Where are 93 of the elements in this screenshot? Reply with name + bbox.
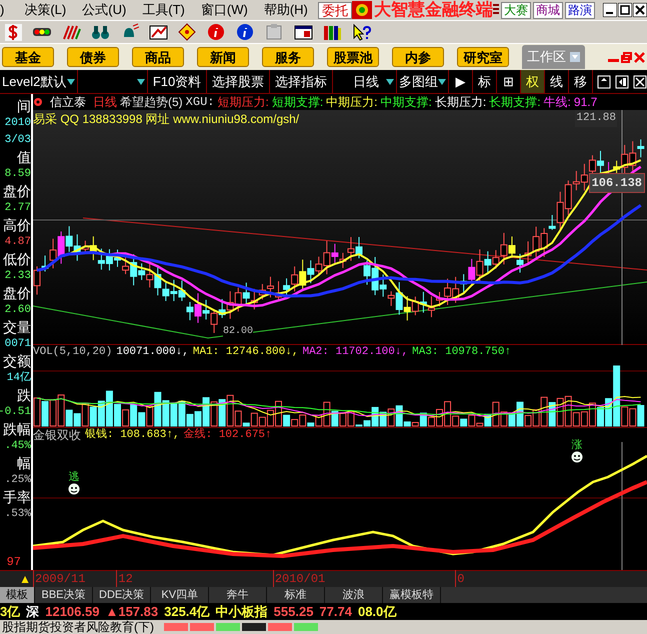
price-label: 106.138	[588, 173, 645, 193]
legend-label: 长期压力:	[434, 94, 486, 110]
indicator-value: 银钱: 108.683↑,	[85, 427, 180, 443]
field-value: 4.87	[4, 235, 31, 250]
axis-label: 97	[6, 556, 22, 568]
legend-label: 91.7	[574, 94, 598, 110]
app-title: 大智慧金融终端	[374, 0, 493, 22]
period-label: 日线	[93, 94, 117, 110]
toolbar-button[interactable]: 选择指标	[270, 70, 334, 93]
menu-item[interactable]: 帮助(H)	[256, 0, 316, 20]
legend-label: 短期压力:	[217, 94, 269, 110]
price-label: 82.00	[223, 326, 254, 337]
dropdown[interactable]: Level2默认	[0, 70, 78, 93]
toolbar-button[interactable]: F10资料	[148, 70, 208, 93]
field-value: .53%	[4, 507, 31, 522]
indicator-title: 金银双收	[33, 427, 81, 444]
field-label: 跌	[17, 387, 31, 404]
quick-button[interactable]: 内参	[392, 47, 444, 67]
field-value: 2.77	[4, 201, 31, 216]
date-marker: ▲	[18, 571, 32, 588]
dropdown[interactable]: 多图组	[397, 70, 450, 93]
menu-item[interactable]: 工具(T)	[134, 0, 193, 20]
ticker-value: 325.4亿	[164, 603, 210, 620]
field-label: 盘价	[3, 183, 31, 200]
signal-label: 涨	[572, 440, 582, 451]
menu-link-button[interactable]: 大赛	[500, 2, 531, 18]
dropdown[interactable]: 日线	[333, 70, 398, 93]
indicator-title: VOL(5,10,20)	[33, 345, 112, 359]
field-label: 低价	[3, 251, 31, 268]
quick-button[interactable]: 研究室	[457, 47, 509, 67]
toolbar-toggle[interactable]: ▶	[449, 70, 474, 93]
field-value: -0.51	[0, 405, 31, 420]
ticker-value: 深	[26, 603, 40, 620]
menu-item[interactable]: 公式(U)	[74, 0, 134, 20]
field-label: 交量	[3, 319, 31, 336]
field-label: 盘价	[3, 285, 31, 302]
field-value: 2010	[4, 116, 31, 131]
menu-item[interactable]: )	[0, 0, 16, 20]
quick-button[interactable]: 服务	[262, 47, 314, 67]
quick-button[interactable]: 基金	[2, 47, 54, 67]
field-label: 间	[17, 98, 31, 115]
legend-label: 中期压力:	[326, 94, 378, 110]
toolbar-toggle[interactable]: 标	[473, 70, 498, 93]
field-label: 交额	[3, 353, 31, 370]
toolbar-toggle[interactable]: 线	[545, 70, 570, 93]
ticker-value: 555.25	[274, 603, 314, 620]
indicator-value: MA2: 11702.100↓,	[302, 345, 408, 359]
indicator-value: 金线: 102.675↑	[184, 427, 272, 443]
field-value: .25%	[4, 473, 31, 488]
field-value: 14亿	[6, 370, 31, 386]
entrust-button[interactable]: 委托	[318, 2, 352, 18]
toolbar-toggle[interactable]: 权	[521, 70, 546, 93]
field-label: 幅	[17, 455, 31, 472]
indicator-value: MA3: 10978.750↑	[412, 345, 512, 359]
field-value: 0071	[4, 337, 31, 352]
field-value: 2.60	[4, 303, 31, 318]
menu-link-button[interactable]: 路演	[564, 2, 595, 18]
indicator-value: MA1: 12746.800↓,	[192, 345, 298, 359]
menu-item[interactable]: 决策(L)	[16, 0, 74, 20]
legend-label: 牛线:	[544, 94, 571, 110]
menu-link-button[interactable]: 商城	[532, 2, 563, 18]
quick-button[interactable]: 新闻	[197, 47, 249, 67]
quick-button[interactable]: 债券	[67, 47, 119, 67]
field-label: 值	[17, 149, 31, 166]
ticker-value: ▲157.83	[105, 603, 158, 620]
legend-label: 中期支撑:	[380, 94, 432, 110]
quick-button[interactable]: 股票池	[327, 47, 379, 67]
indicator-name: 希望趋势(5)	[120, 94, 183, 110]
field-value: 2.33	[4, 269, 31, 284]
ticker-value: 08.0亿	[358, 603, 396, 620]
ticker-value: 中小板指	[216, 603, 268, 620]
menu-item[interactable]: 窗口(W)	[192, 0, 256, 20]
legend-label: 短期支撑:	[272, 94, 324, 110]
price-label: 121.88	[575, 110, 617, 126]
field-value: 8.59	[4, 167, 31, 182]
field-value: .45%	[4, 439, 31, 454]
toolbar-button[interactable]: 选择股票	[207, 70, 270, 93]
stock-name: 信立泰	[50, 94, 86, 110]
indicator-value: 10071.000↓,	[116, 345, 189, 359]
toolbar-toggle[interactable]: 移	[569, 70, 593, 93]
ticker-value: 12106.59	[45, 603, 100, 620]
tab[interactable]: 模板	[0, 587, 35, 603]
field-value: 3/03	[4, 133, 31, 148]
field-label: 跌幅	[3, 421, 31, 438]
quick-button[interactable]: 商品	[132, 47, 184, 67]
chart-note: 易采 QQ 138833998 网址 www.niuniu98.com/gsh/	[33, 111, 300, 128]
ticker-value: 77.74	[319, 603, 352, 620]
legend-label: 长期支撑:	[489, 94, 541, 110]
ticker-value: 3亿	[0, 603, 20, 620]
formula-label: XGU:	[186, 94, 214, 110]
signal-label: 逃	[68, 472, 80, 483]
field-label: 高价	[3, 217, 31, 234]
field-label: 手率	[3, 489, 31, 506]
